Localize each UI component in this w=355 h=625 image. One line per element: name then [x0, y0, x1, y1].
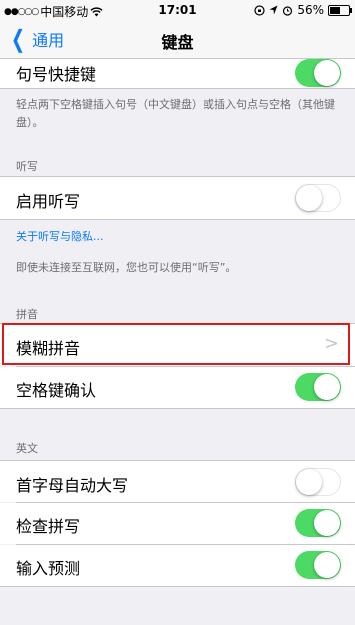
toggle-knob — [314, 374, 340, 400]
dictation-privacy-link[interactable]: 关于听写与隐私... — [16, 228, 104, 244]
check-spelling-cell: 检查拼写 — [0, 503, 355, 544]
alarm-icon — [283, 5, 293, 16]
enable-dictation-label: 启用听写 — [16, 192, 81, 211]
period-shortcut-cell: 句号快捷键 — [0, 59, 355, 88]
space-confirm-cell: 空格键确认 — [0, 367, 355, 408]
predictive-toggle[interactable] — [295, 551, 341, 579]
divider — [0, 88, 355, 89]
toggle-knob — [314, 552, 340, 578]
space-confirm-toggle[interactable] — [295, 373, 341, 401]
divider — [0, 219, 355, 220]
predictive-cell: 输入预测 — [0, 545, 355, 586]
toggle-knob — [296, 469, 322, 495]
enable-dictation-cell: 启用听写 — [0, 177, 355, 219]
divider — [0, 408, 355, 409]
highlight-box — [2, 323, 350, 365]
pinyin-section-header: 拼音 — [16, 308, 38, 321]
status-bar: ●●○○○ 中国移动 17:01 56% — [0, 0, 355, 20]
toggle-knob — [314, 510, 340, 536]
navigation-bar: ❮ 通用 键盘 — [0, 20, 355, 59]
divider — [0, 586, 355, 587]
check-spelling-toggle[interactable] — [295, 509, 341, 537]
auto-capitalization-cell: 首字母自动大写 — [0, 461, 355, 502]
battery-percent: 56% — [297, 3, 324, 17]
status-right: 56% — [254, 3, 352, 17]
period-shortcut-toggle[interactable] — [295, 59, 341, 87]
dictation-section-header: 听写 — [16, 160, 38, 173]
toggle-knob — [314, 60, 340, 86]
enable-dictation-toggle[interactable] — [295, 184, 341, 212]
period-shortcut-label: 句号快捷键 — [16, 65, 97, 84]
page-title: 键盘 — [161, 33, 194, 52]
auto-capitalization-toggle[interactable] — [295, 468, 341, 496]
orientation-lock-icon — [254, 4, 265, 16]
battery-icon — [328, 4, 352, 16]
check-spelling-label: 检查拼写 — [16, 517, 81, 536]
location-icon — [269, 5, 278, 15]
english-section-header: 英文 — [16, 442, 38, 455]
toggle-knob — [296, 185, 322, 211]
space-confirm-label: 空格键确认 — [16, 381, 97, 400]
predictive-label: 输入预测 — [16, 559, 81, 578]
dictation-footer: 即使未连接至互联网，您也可以使用“听写”。 — [16, 261, 237, 274]
battery-fill — [330, 6, 341, 14]
period-shortcut-footer: 轻点两下空格键插入句号（中文键盘）或插入句点与空格（其他键盘）。 — [16, 98, 335, 129]
auto-capitalization-label: 首字母自动大写 — [16, 476, 129, 495]
